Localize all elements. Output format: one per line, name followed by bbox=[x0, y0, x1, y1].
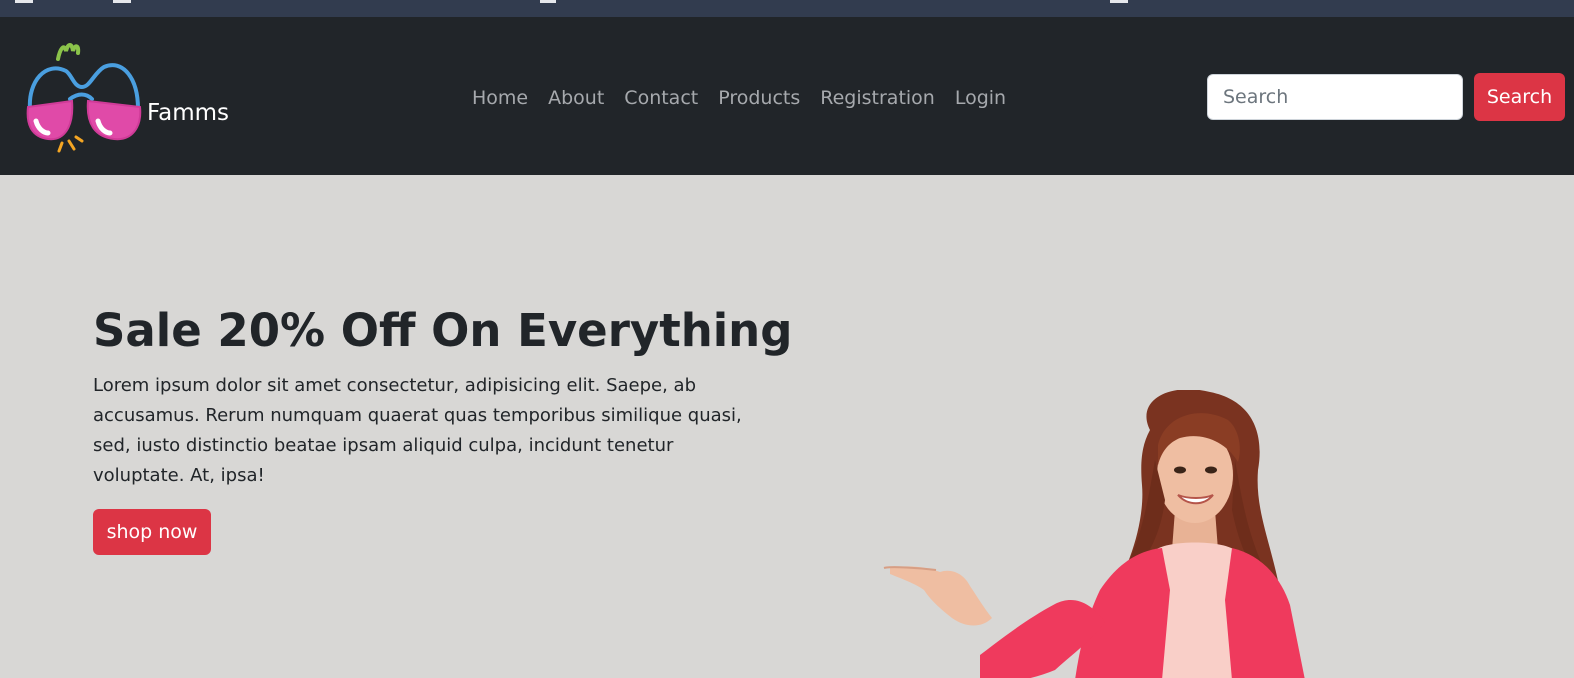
smiling-woman-pointing-image bbox=[883, 390, 1305, 678]
strip-mark bbox=[1110, 0, 1128, 3]
nav-products-link[interactable]: Products bbox=[708, 83, 810, 113]
search-form: Search bbox=[1207, 73, 1565, 121]
nav-home-link[interactable]: Home bbox=[462, 83, 538, 113]
search-button[interactable]: Search bbox=[1474, 73, 1565, 121]
main-nav: Home About Contact Products Registration… bbox=[462, 83, 1016, 113]
strip-mark bbox=[15, 0, 33, 3]
brand-link[interactable]: Famms bbox=[22, 37, 242, 155]
search-input[interactable] bbox=[1207, 74, 1463, 120]
brand-name: Famms bbox=[147, 100, 230, 126]
strip-mark bbox=[113, 0, 131, 3]
navbar: Famms Home About Contact Products Regist… bbox=[0, 17, 1574, 175]
hero-description: Lorem ipsum dolor sit amet consectetur, … bbox=[93, 375, 742, 486]
nav-about-link[interactable]: About bbox=[538, 83, 614, 113]
strip-mark bbox=[540, 0, 556, 3]
hero-banner: Sale 20% Off On Everything Lorem ipsum d… bbox=[0, 175, 1574, 678]
browser-top-strip bbox=[0, 0, 1574, 17]
hero-title: Sale 20% Off On Everything bbox=[93, 304, 793, 357]
nav-contact-link[interactable]: Contact bbox=[614, 83, 708, 113]
shop-now-button[interactable]: shop now bbox=[93, 509, 211, 555]
nav-login-link[interactable]: Login bbox=[945, 83, 1016, 113]
sunglasses-logo-icon bbox=[26, 43, 142, 153]
nav-registration-link[interactable]: Registration bbox=[810, 83, 945, 113]
